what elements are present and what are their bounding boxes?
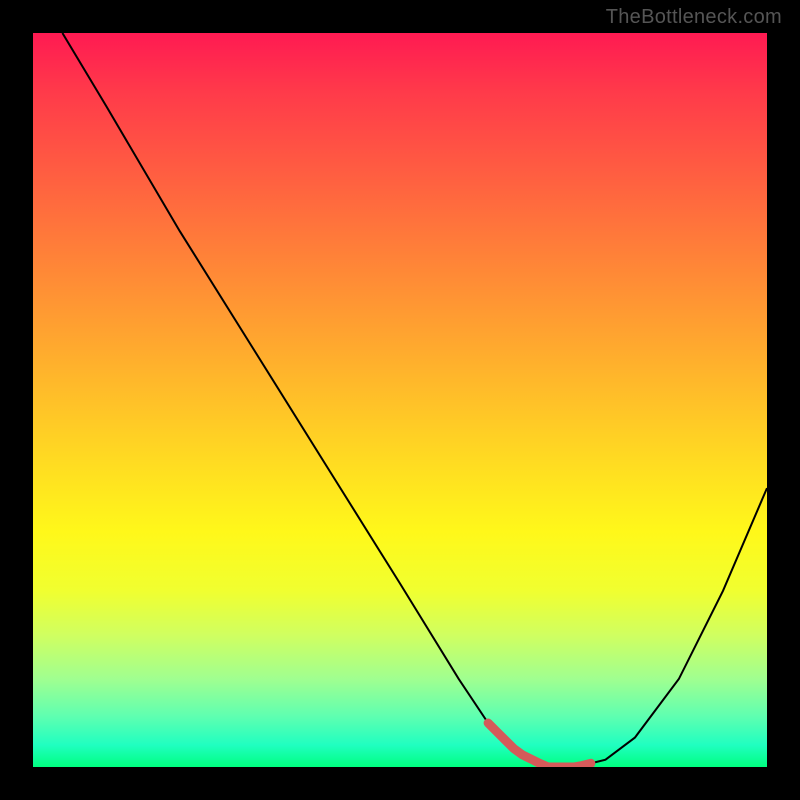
plot-area bbox=[33, 33, 767, 767]
bottleneck-curve bbox=[62, 33, 767, 767]
chart-container: TheBottleneck.com bbox=[0, 0, 800, 800]
curve-svg bbox=[33, 33, 767, 767]
highlight-segment bbox=[488, 723, 591, 767]
watermark-text: TheBottleneck.com bbox=[606, 6, 782, 29]
